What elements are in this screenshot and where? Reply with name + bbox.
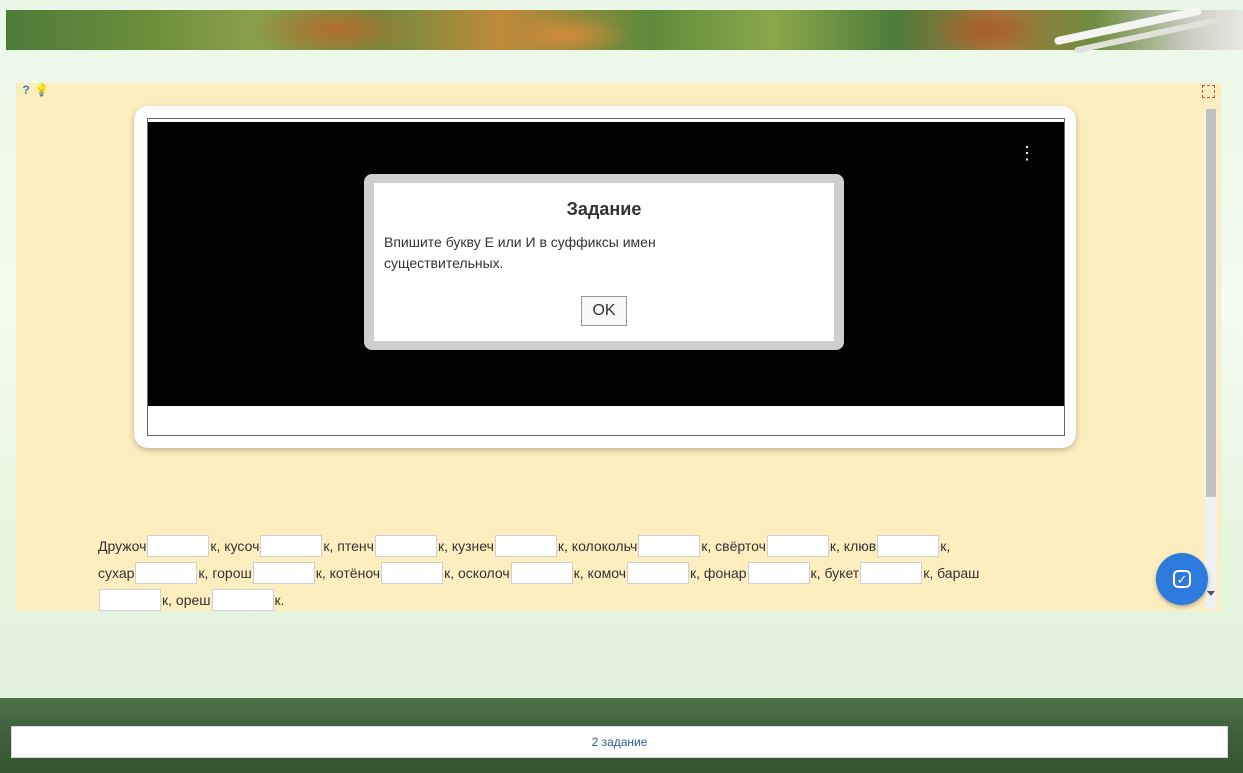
word-fragment: к, фонар bbox=[690, 564, 747, 581]
word-fragment: к, осколоч bbox=[444, 564, 510, 581]
task-dialog: Задание Впишите букву Е или И в суффиксы… bbox=[364, 174, 844, 350]
answer-input[interactable] bbox=[627, 561, 690, 584]
exercise-line-1: Дружоч к, кусоч к, птенч к, кузнеч к, ко… bbox=[98, 532, 1118, 559]
answer-input[interactable] bbox=[135, 561, 198, 584]
answer-input[interactable] bbox=[877, 534, 940, 557]
header-banner-image bbox=[6, 6, 1243, 54]
fullscreen-icon[interactable] bbox=[1202, 85, 1215, 98]
exercise-text: Дружоч к, кусоч к, птенч к, кузнеч к, ко… bbox=[98, 532, 1118, 611]
scrollbar[interactable] bbox=[1205, 109, 1217, 609]
answer-input[interactable] bbox=[860, 561, 923, 584]
task-dialog-title: Задание bbox=[566, 199, 642, 219]
answer-input[interactable] bbox=[260, 534, 323, 557]
word-fragment: к, комоч bbox=[573, 564, 627, 581]
exercise-line-2: сухар к, горош к, котёноч к, осколоч к, … bbox=[98, 559, 1118, 586]
exercise-panel: ? 💡 ⋮ Задание Впишите букву Е или И в су… bbox=[16, 83, 1221, 611]
word-fragment: к, кусоч bbox=[210, 537, 260, 554]
word-fragment: к, ореш bbox=[162, 591, 211, 608]
word-fragment: к, bbox=[940, 537, 951, 554]
answer-input[interactable] bbox=[638, 534, 701, 557]
answer-input[interactable] bbox=[381, 561, 444, 584]
answer-input[interactable] bbox=[211, 588, 274, 611]
answer-input[interactable] bbox=[147, 534, 210, 557]
word-fragment: к, свёрточ bbox=[701, 537, 766, 554]
answer-input[interactable] bbox=[766, 534, 829, 557]
answer-input[interactable] bbox=[374, 534, 437, 557]
scroll-down-arrow-icon[interactable] bbox=[1207, 591, 1215, 596]
word-fragment: к, птенч bbox=[323, 537, 374, 554]
word-fragment: к, букет bbox=[810, 564, 860, 581]
task-dialog-body: Задание Впишите букву Е или И в суффиксы… bbox=[374, 183, 834, 341]
scrollbar-thumb[interactable] bbox=[1206, 109, 1216, 497]
word-fragment: к, бараш bbox=[923, 564, 980, 581]
word-fragment: к. bbox=[274, 591, 285, 608]
exercise-line-3: к, ореш к. bbox=[98, 586, 1118, 611]
task-dialog-text: Впишите букву Е или И в суффиксы имен су… bbox=[384, 234, 656, 271]
ok-button[interactable]: OK bbox=[581, 296, 627, 326]
check-icon: ✓ bbox=[1173, 570, 1191, 588]
answer-input[interactable] bbox=[99, 588, 161, 611]
word-fragment: Дружоч bbox=[98, 537, 147, 554]
check-answers-button[interactable]: ✓ bbox=[1156, 553, 1208, 605]
kebab-menu-icon[interactable]: ⋮ bbox=[1018, 144, 1036, 162]
lightbulb-icon[interactable]: 💡 bbox=[34, 83, 49, 97]
help-icon[interactable]: ? bbox=[19, 83, 33, 97]
answer-input[interactable] bbox=[494, 534, 557, 557]
answer-input[interactable] bbox=[747, 561, 810, 584]
footer-bar: 2 задание bbox=[0, 698, 1243, 773]
word-fragment: к, котёноч bbox=[315, 564, 381, 581]
word-fragment: к, горош bbox=[198, 564, 252, 581]
word-fragment: к, клюв bbox=[829, 537, 877, 554]
word-fragment: сухар bbox=[98, 564, 135, 581]
tool-icons: ? 💡 bbox=[19, 83, 49, 97]
word-fragment: к, колокольч bbox=[557, 537, 638, 554]
answer-input[interactable] bbox=[252, 561, 315, 584]
next-task-button[interactable]: 2 задание bbox=[11, 726, 1228, 758]
word-fragment: к, кузнеч bbox=[437, 537, 494, 554]
answer-input[interactable] bbox=[510, 561, 573, 584]
video-card: ⋮ Задание Впишите букву Е или И в суффик… bbox=[134, 106, 1076, 448]
